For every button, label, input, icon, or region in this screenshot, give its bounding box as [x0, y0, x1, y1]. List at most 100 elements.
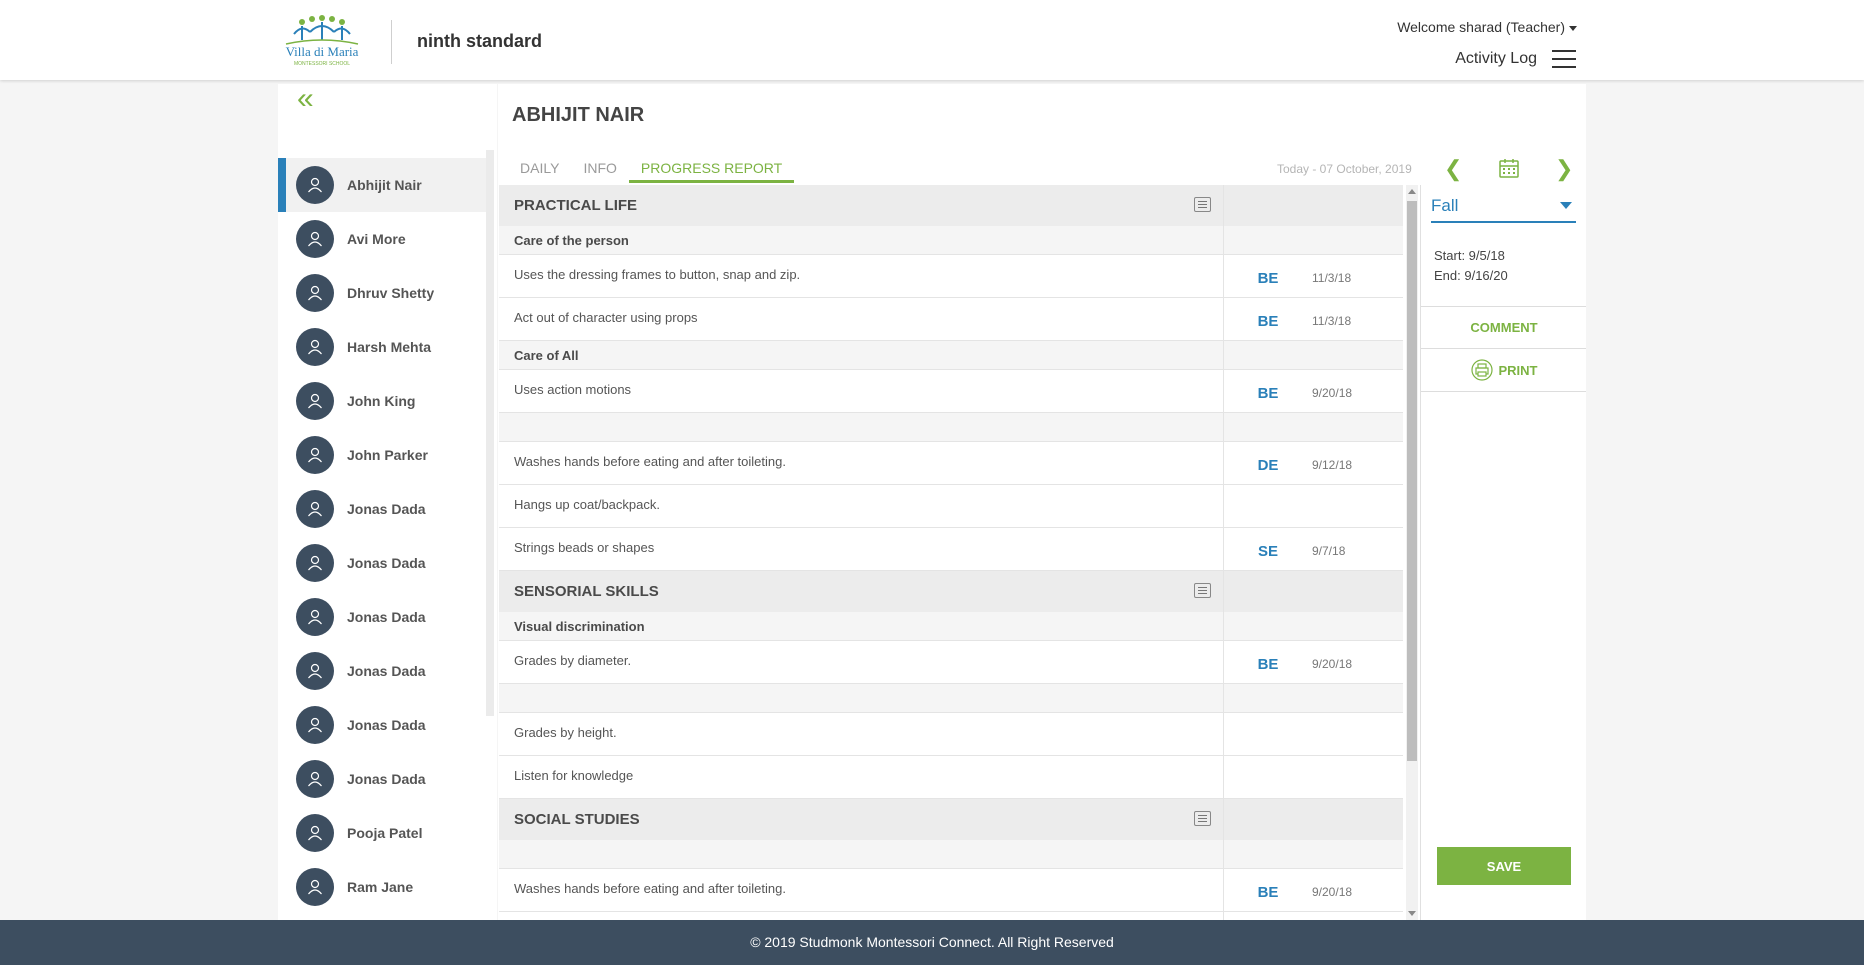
skill-label: SOCIAL STUDIES	[499, 799, 1224, 840]
grade-value[interactable]: BE	[1224, 309, 1312, 330]
subcategory-row: Care of All	[499, 341, 1403, 370]
skill-row[interactable]: Grades by height.	[499, 713, 1403, 756]
student-item[interactable]: Avi More	[278, 212, 487, 266]
scrollbar-thumb[interactable]	[1407, 201, 1417, 761]
grade-cell	[1224, 840, 1403, 868]
student-name: Jonas Dada	[347, 771, 426, 787]
student-item[interactable]: Jonas Dada	[278, 536, 487, 590]
scroll-down-icon[interactable]	[1408, 911, 1416, 916]
collapse-sidebar-icon[interactable]: «	[297, 84, 314, 114]
skill-label: Washes hands before eating and after toi…	[499, 869, 1224, 911]
tab-daily[interactable]: DAILY	[508, 160, 571, 183]
grade-date: 9/7/18	[1312, 544, 1346, 558]
student-item[interactable]: John King	[278, 374, 487, 428]
student-item[interactable]: Jonas Dada	[278, 698, 487, 752]
comment-button[interactable]: COMMENT	[1421, 306, 1586, 349]
grade-value[interactable]: BE	[1224, 266, 1312, 287]
skill-row[interactable]: Hangs up coat/backpack.BE9/20/18	[499, 912, 1403, 920]
student-item[interactable]: Dhruv Shetty	[278, 266, 487, 320]
calendar-icon[interactable]	[1498, 157, 1520, 179]
grade-value[interactable]: BE	[1224, 381, 1312, 402]
grade-cell[interactable]	[1224, 485, 1403, 527]
print-button[interactable]: PRINT	[1421, 349, 1586, 392]
footer: © 2019 Studmonk Montessori Connect. All …	[0, 920, 1864, 965]
user-avatar-icon	[296, 652, 334, 690]
grade-cell	[1224, 612, 1403, 640]
grade-cell[interactable]: BE 11/3/18	[1224, 298, 1403, 340]
class-title: ninth standard	[417, 31, 542, 51]
skill-row[interactable]: Washes hands before eating and after toi…	[499, 442, 1403, 485]
grade-value[interactable]: SE	[1224, 539, 1312, 560]
skill-row[interactable]: Act out of character using props BE 11/3/1…	[499, 298, 1403, 341]
blank-row	[499, 840, 1403, 869]
user-avatar-icon	[296, 328, 334, 366]
skill-row[interactable]: Uses the dressing frames to button, snap…	[499, 255, 1403, 298]
next-date-icon[interactable]: ❯	[1555, 156, 1573, 182]
right-panel: Fall Start: 9/5/18 End: 9/16/20 COMMENT …	[1420, 185, 1586, 920]
student-item[interactable]: Jonas Dada	[278, 644, 487, 698]
grade-value[interactable]: BE	[1224, 880, 1312, 901]
footer-text: © 2019 Studmonk Montessori Connect. All …	[750, 934, 1114, 950]
date-text: Today - 07 October, 2019	[1277, 162, 1412, 176]
grade-cell[interactable]: BE9/20/18	[1224, 869, 1403, 911]
hamburger-menu-icon[interactable]	[1552, 50, 1576, 68]
grade-cell	[1224, 185, 1403, 226]
tab-info[interactable]: INFO	[571, 160, 628, 183]
student-item[interactable]: Jonas Dada	[278, 482, 487, 536]
grade-cell[interactable]: SE 9/7/18	[1224, 528, 1403, 570]
tab-progress-report[interactable]: PROGRESS REPORT	[628, 160, 795, 183]
student-item[interactable]: Ram Jane	[278, 860, 487, 914]
user-avatar-icon	[296, 814, 334, 852]
user-avatar-icon	[296, 598, 334, 636]
list-menu-icon[interactable]	[1194, 197, 1211, 212]
student-item[interactable]: Jonas Dada	[278, 752, 487, 806]
scroll-up-icon[interactable]	[1408, 189, 1416, 194]
logo-text: Villa di Maria	[286, 44, 359, 59]
skill-row[interactable]: Uses action motions BE 9/20/18	[499, 370, 1403, 413]
list-menu-icon[interactable]	[1194, 811, 1211, 826]
activity-log-link[interactable]: Activity Log	[1455, 50, 1537, 68]
student-item[interactable]: John Parker	[278, 428, 487, 482]
grade-date: 11/3/18	[1312, 271, 1352, 285]
section-header-row: SOCIAL STUDIES	[499, 799, 1403, 840]
user-avatar-icon	[296, 868, 334, 906]
save-button[interactable]: SAVE	[1437, 847, 1571, 885]
student-name: Avi More	[347, 231, 406, 247]
school-logo[interactable]: Villa di Maria MONTESSORI SCHOOL	[280, 14, 364, 68]
skill-row[interactable]: Hangs up coat/backpack.	[499, 485, 1403, 528]
grade-cell[interactable]: BE9/20/18	[1224, 370, 1403, 412]
grade-value[interactable]: DE	[1224, 453, 1312, 474]
grade-cell[interactable]	[1224, 713, 1403, 755]
student-name: Pooja Patel	[347, 825, 423, 841]
skill-row[interactable]: Strings beads or shapes SE 9/7/18	[499, 528, 1403, 571]
grade-cell[interactable]: DE 9/12/18	[1224, 442, 1403, 484]
user-avatar-icon	[296, 220, 334, 258]
grade-cell[interactable]: BE9/20/18	[1224, 912, 1403, 920]
sidebar-scrollbar[interactable]	[486, 150, 494, 716]
user-avatar-icon	[296, 544, 334, 582]
student-item[interactable]: Jonas Dada	[278, 590, 487, 644]
grade-cell[interactable]: BE 11/3/18	[1224, 255, 1403, 297]
list-menu-icon[interactable]	[1194, 583, 1211, 598]
student-name: John King	[347, 393, 416, 409]
grade-cell	[1224, 413, 1403, 441]
progress-report-table: PRACTICAL LIFE Care of the person Uses the…	[499, 185, 1403, 920]
grade-cell[interactable]: BE9/20/18	[1224, 641, 1403, 683]
season-select[interactable]: Fall	[1431, 185, 1576, 223]
subcategory-row: Visual discrimination	[499, 612, 1403, 641]
caret-down-icon	[1569, 25, 1577, 31]
skill-row[interactable]: Washes hands before eating and after toi…	[499, 869, 1403, 912]
welcome-text: Welcome sharad (Teacher)	[1397, 19, 1565, 35]
grade-cell	[1224, 571, 1403, 612]
student-item[interactable]: Pooja Patel	[278, 806, 487, 860]
report-scrollbar[interactable]	[1406, 185, 1418, 920]
student-name: Jonas Dada	[347, 555, 426, 571]
skill-row[interactable]: Listen for knowledge	[499, 756, 1403, 799]
grade-value[interactable]: BE	[1224, 652, 1312, 673]
grade-cell[interactable]	[1224, 756, 1403, 798]
previous-date-icon[interactable]: ❮	[1444, 156, 1462, 182]
student-item[interactable]: Abhijit Nair	[278, 158, 487, 212]
skill-row[interactable]: Grades by diameter. BE 9/20/18	[499, 641, 1403, 684]
student-item[interactable]: Harsh Mehta	[278, 320, 487, 374]
user-menu[interactable]: Welcome sharad (Teacher)	[1397, 19, 1577, 35]
